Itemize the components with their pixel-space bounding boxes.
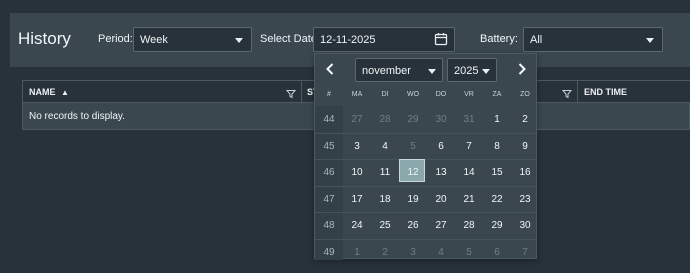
calendar-day[interactable]: 22	[483, 194, 511, 205]
calendar-day[interactable]: 28	[455, 220, 483, 231]
calendar-day[interactable]: 5	[455, 247, 483, 258]
chevron-down-icon	[428, 69, 436, 74]
calendar-day[interactable]: 14	[455, 167, 483, 178]
week-number: 47	[323, 193, 335, 205]
weekday-header: WO	[406, 91, 420, 98]
calendar-day[interactable]: 31	[455, 114, 483, 125]
chevron-down-icon	[646, 38, 654, 43]
calendar-icon[interactable]	[434, 32, 448, 49]
row-divider	[315, 212, 536, 213]
week-number: 48	[323, 220, 335, 231]
battery-select[interactable]: All	[523, 27, 663, 52]
filter-icon[interactable]	[285, 86, 297, 104]
sort-asc-icon: ▲	[61, 88, 69, 97]
calendar-day[interactable]: 24	[343, 220, 371, 231]
date-label: Select Date:	[260, 33, 320, 45]
date-value: 12-11-2025	[320, 34, 376, 46]
calendar-day[interactable]: 17	[343, 194, 371, 205]
calendar-day[interactable]: 6	[427, 141, 455, 152]
column-separator[interactable]	[301, 81, 302, 103]
week-number: 46	[323, 167, 335, 178]
calendar-day[interactable]: 29	[483, 220, 511, 231]
calendar-day[interactable]: 4	[427, 247, 455, 258]
weekday-header: MA	[351, 91, 363, 98]
calendar-day[interactable]: 26	[399, 220, 427, 231]
calendar-day[interactable]: 23	[511, 194, 539, 205]
chevron-right-icon[interactable]	[517, 62, 527, 81]
calendar-day[interactable]: 13	[427, 167, 455, 178]
calendar-day[interactable]: 9	[511, 141, 539, 152]
year-select[interactable]: 2025	[447, 58, 497, 82]
calendar-day[interactable]: 4	[371, 141, 399, 152]
period-value: Week	[140, 34, 168, 46]
weekday-header: ZO	[520, 91, 530, 98]
calendar-day[interactable]: 6	[483, 247, 511, 258]
weekday-header: ZA	[492, 91, 502, 98]
column-separator[interactable]	[577, 81, 578, 103]
calendar-day[interactable]: 5	[399, 141, 427, 152]
week-number: 44	[323, 114, 335, 125]
calendar-day[interactable]: 30	[427, 114, 455, 125]
calendar-day[interactable]: 8	[483, 141, 511, 152]
battery-label: Battery:	[480, 33, 518, 45]
calendar-day[interactable]: 1	[483, 114, 511, 125]
weekday-header: DO	[435, 91, 447, 98]
year-value: 2025	[454, 65, 479, 77]
calendar-day[interactable]: 29	[399, 114, 427, 125]
calendar-day[interactable]: 16	[511, 167, 539, 178]
empty-message: No records to display.	[29, 111, 125, 122]
calendar-day[interactable]: 11	[371, 167, 399, 178]
weekday-header: DI	[381, 91, 389, 98]
chevron-down-icon	[235, 38, 243, 43]
calendar-day[interactable]: 25	[371, 220, 399, 231]
calendar-day[interactable]: 2	[511, 114, 539, 125]
period-select[interactable]: Week	[133, 27, 252, 52]
calendar-day[interactable]: 19	[399, 194, 427, 205]
calendar-day[interactable]: 3	[399, 247, 427, 258]
calendar-day[interactable]: 28	[371, 114, 399, 125]
calendar-day[interactable]: 2	[371, 247, 399, 258]
calendar-day[interactable]: 10	[343, 167, 371, 178]
row-divider	[315, 159, 536, 160]
chevron-down-icon	[482, 69, 490, 74]
row-divider	[315, 132, 536, 134]
row-divider	[315, 238, 536, 240]
calendar-day[interactable]: 7	[455, 141, 483, 152]
column-header-end-time[interactable]: END TIME	[584, 87, 627, 97]
period-label: Period:	[98, 33, 133, 45]
calendar-day[interactable]: 15	[483, 167, 511, 178]
month-select[interactable]: november	[355, 58, 443, 82]
week-number: 45	[323, 140, 335, 152]
calendar-day[interactable]: 21	[455, 194, 483, 205]
calendar-day[interactable]: 27	[343, 114, 371, 125]
column-header-name[interactable]: NAME ▲	[29, 87, 69, 97]
calendar-day[interactable]: 20	[427, 194, 455, 205]
calendar-day[interactable]: 3	[343, 141, 371, 152]
calendar-day-selected[interactable]: 12	[399, 167, 427, 178]
week-number: 49	[323, 246, 335, 258]
calendar-day[interactable]: 18	[371, 194, 399, 205]
month-value: november	[362, 65, 411, 77]
date-picker-popup: november 2025 # MA DI WO DO VR ZA ZO 44 27 28 29 30…	[314, 53, 539, 260]
chevron-left-icon[interactable]	[325, 62, 335, 81]
calendar-day[interactable]: 7	[511, 247, 539, 258]
date-input[interactable]: 12-11-2025	[313, 27, 455, 52]
calendar-day[interactable]: 1	[343, 247, 371, 258]
row-divider	[315, 185, 536, 187]
calendar-day[interactable]: 30	[511, 220, 539, 231]
week-number-column	[315, 106, 343, 260]
page-title: History	[18, 29, 71, 48]
weekday-header: VR	[464, 91, 474, 98]
calendar-day[interactable]: 27	[427, 220, 455, 231]
week-number-header: #	[327, 91, 331, 98]
filter-icon[interactable]	[561, 86, 573, 104]
battery-value: All	[530, 34, 543, 46]
